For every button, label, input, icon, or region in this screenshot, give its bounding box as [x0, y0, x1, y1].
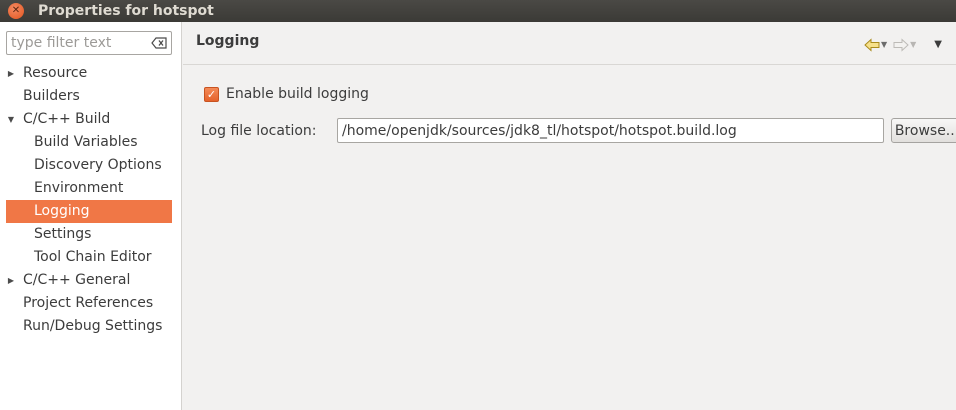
filter-input[interactable] — [7, 35, 145, 51]
filter-field — [6, 31, 172, 55]
forward-dropdown-icon[interactable]: ▼ — [910, 41, 916, 49]
tree-item-label: Builders — [23, 88, 80, 104]
window-title: Properties for hotspot — [38, 3, 214, 19]
tree-item-label: Environment — [34, 180, 124, 196]
tree-item-tool-chain-editor[interactable]: Tool Chain Editor — [6, 246, 172, 269]
tree-item-label: C/C++ General — [23, 272, 131, 288]
tree-item-environment[interactable]: Environment — [6, 177, 172, 200]
log-location-label: Log file location: — [201, 122, 317, 139]
enable-logging-row[interactable]: ✓ Enable build logging — [204, 85, 369, 103]
tree-item-resource[interactable]: ▶ Resource — [6, 62, 172, 85]
clear-filter-icon[interactable] — [151, 37, 167, 49]
navigation-toolbar: ▼ ▼ ▼ — [864, 37, 942, 53]
tree-item-label: Build Variables — [34, 134, 138, 150]
tree-item-label: Run/Debug Settings — [23, 318, 163, 334]
tree-item-run-debug-settings[interactable]: Run/Debug Settings — [6, 315, 172, 338]
enable-logging-checkbox[interactable]: ✓ — [204, 86, 219, 102]
header-separator — [183, 64, 956, 65]
close-icon[interactable]: ✕ — [8, 3, 24, 19]
back-button[interactable]: ▼ — [864, 37, 887, 53]
browse-button[interactable]: Browse... — [891, 118, 956, 143]
view-menu-icon[interactable]: ▼ — [934, 40, 942, 50]
page-title: Logging — [196, 33, 260, 49]
enable-logging-label: Enable build logging — [226, 86, 369, 102]
title-bar: ✕ Properties for hotspot — [0, 0, 956, 22]
tree-item-label: Discovery Options — [34, 157, 162, 173]
tree-item-build-variables[interactable]: Build Variables — [6, 131, 172, 154]
tree-item-logging[interactable]: Logging — [6, 200, 172, 223]
main-panel: Logging ▼ ▼ ▼ ✓ Enable build logging Log… — [183, 22, 956, 410]
forward-button[interactable]: ▼ — [893, 37, 916, 53]
expand-arrow-icon[interactable]: ▶ — [6, 62, 16, 85]
tree-item-settings[interactable]: Settings — [6, 223, 172, 246]
forward-arrow-icon — [893, 38, 909, 52]
back-dropdown-icon[interactable]: ▼ — [881, 41, 887, 49]
back-arrow-icon — [864, 38, 880, 52]
tree-item-label: Resource — [23, 65, 88, 81]
tree-item-discovery-options[interactable]: Discovery Options — [6, 154, 172, 177]
collapse-arrow-icon[interactable]: ▼ — [6, 108, 16, 131]
tree-item-project-references[interactable]: Project References — [6, 292, 172, 315]
log-location-input[interactable] — [337, 118, 884, 143]
expand-arrow-icon[interactable]: ▶ — [6, 269, 16, 292]
tree-item-cpp-build[interactable]: ▼ C/C++ Build — [6, 108, 172, 131]
tree-item-label: Settings — [34, 226, 92, 242]
log-location-row: Log file location: Browse... — [201, 118, 956, 143]
property-tree: ▶ Resource Builders ▼ C/C++ Build Build … — [6, 62, 172, 338]
tree-item-label: C/C++ Build — [23, 111, 111, 127]
tree-item-label: Logging — [34, 203, 90, 219]
tree-item-builders[interactable]: Builders — [6, 85, 172, 108]
tree-item-cpp-general[interactable]: ▶ C/C++ General — [6, 269, 172, 292]
tree-item-label: Project References — [23, 295, 154, 311]
tree-item-label: Tool Chain Editor — [34, 249, 152, 265]
page-header: Logging ▼ ▼ ▼ — [183, 22, 956, 64]
sidebar: ▶ Resource Builders ▼ C/C++ Build Build … — [0, 22, 182, 410]
